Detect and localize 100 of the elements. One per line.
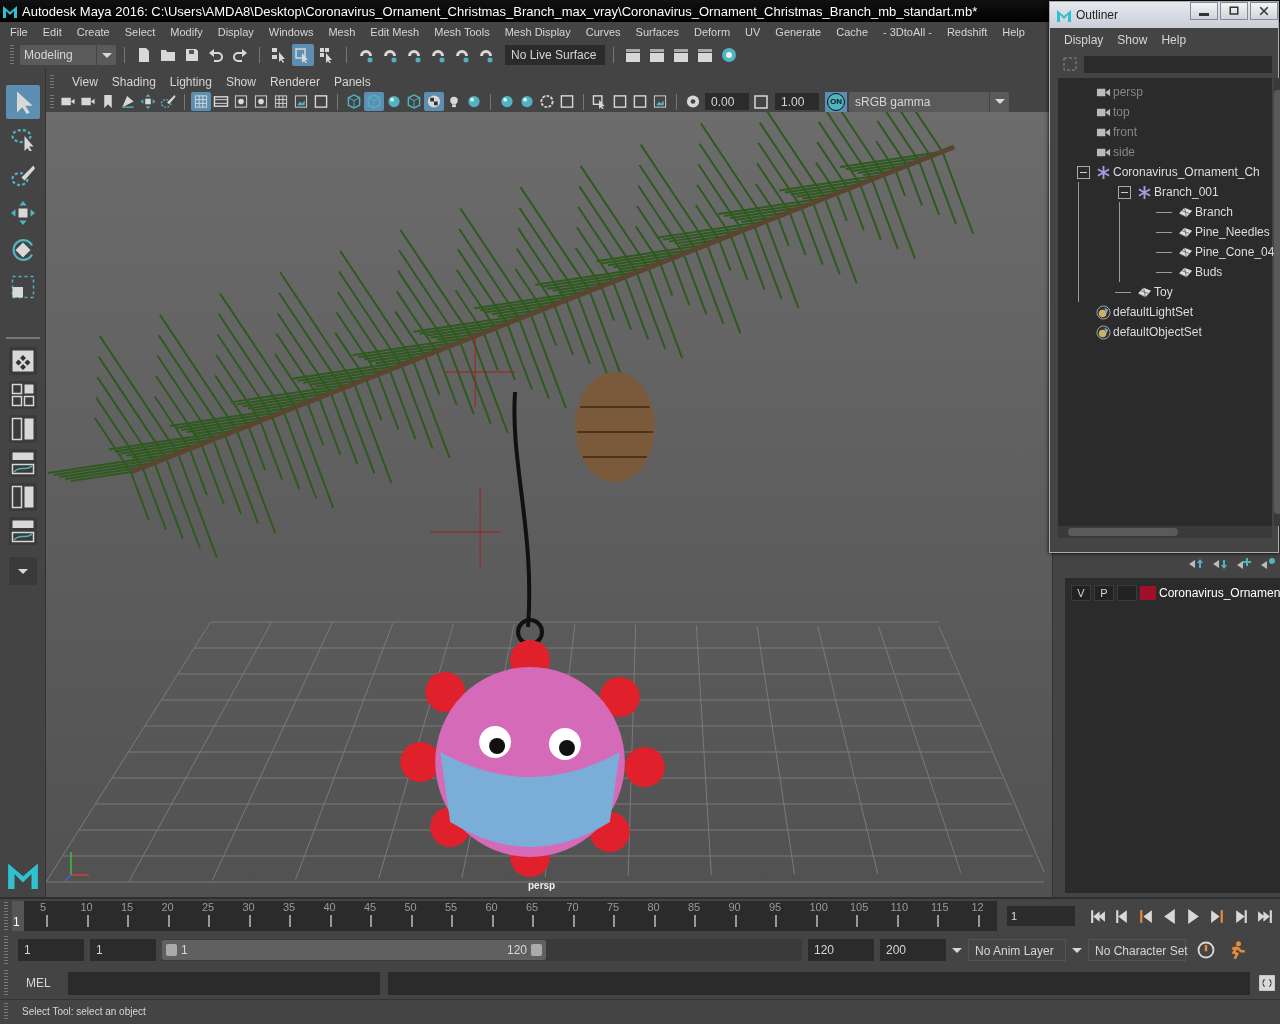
end-time-field[interactable]: 200 bbox=[880, 939, 946, 961]
menu-item[interactable]: Cache bbox=[836, 26, 868, 38]
play-backward-icon[interactable] bbox=[1161, 907, 1178, 925]
caret-icon[interactable] bbox=[952, 947, 962, 953]
reference-toggle[interactable] bbox=[1117, 585, 1137, 601]
menu-item[interactable]: Surfaces bbox=[635, 26, 679, 38]
menu-item[interactable]: Windows bbox=[268, 26, 314, 38]
graph-layout-button[interactable] bbox=[8, 449, 37, 477]
panel-menu-item[interactable]: Renderer bbox=[269, 75, 320, 89]
outliner-item[interactable]: top bbox=[1113, 105, 1130, 119]
menu-item[interactable]: Help bbox=[1161, 33, 1187, 47]
menu-item[interactable]: Curves bbox=[585, 26, 621, 38]
graph-layout-button[interactable] bbox=[8, 517, 37, 545]
caret-icon[interactable] bbox=[994, 99, 1005, 104]
command-input[interactable] bbox=[68, 971, 380, 995]
paint-brush-icon[interactable] bbox=[158, 92, 178, 111]
menu-item[interactable]: Display bbox=[217, 26, 254, 38]
move-tool-icon[interactable] bbox=[138, 92, 158, 111]
menu-item[interactable]: Help bbox=[1002, 26, 1025, 38]
filter-field[interactable] bbox=[1084, 55, 1272, 73]
menu-item[interactable]: Deform bbox=[694, 26, 731, 38]
outliner-item[interactable]: Buds bbox=[1195, 265, 1223, 279]
range-handle[interactable] bbox=[166, 944, 177, 956]
panel-menu-item[interactable]: Shading bbox=[111, 75, 156, 89]
character-set-dropdown[interactable]: No Character Set bbox=[1088, 939, 1186, 961]
sync-clock-icon[interactable] bbox=[1196, 940, 1216, 960]
visibility-toggle[interactable]: V bbox=[1071, 585, 1091, 601]
minimize-button[interactable] bbox=[1190, 2, 1218, 20]
exposure-field[interactable]: 0.00 bbox=[705, 93, 749, 110]
outliner-item[interactable]: defaultLightSet bbox=[1113, 305, 1194, 319]
caret-icon[interactable] bbox=[1072, 947, 1082, 953]
step-back-icon[interactable] bbox=[1113, 907, 1130, 925]
outliner-item[interactable]: persp bbox=[1113, 85, 1144, 99]
expand-toggle[interactable] bbox=[1077, 165, 1090, 179]
range-bar[interactable] bbox=[162, 940, 546, 960]
menu-item[interactable]: Show bbox=[1117, 33, 1148, 47]
anim-layer-dropdown[interactable]: No Anim Layer bbox=[968, 939, 1066, 961]
next-key-icon[interactable] bbox=[1209, 907, 1226, 925]
live-surface-field[interactable]: No Live Surface bbox=[505, 45, 605, 65]
caret-icon[interactable] bbox=[101, 52, 112, 58]
range-slider[interactable]: 1 120 bbox=[162, 939, 802, 961]
menu-item[interactable]: Redshift bbox=[946, 26, 988, 38]
outliner-item[interactable]: Coronavirus_Ornament_Ch bbox=[1113, 165, 1260, 179]
panel-menu-item[interactable]: Lighting bbox=[169, 75, 212, 89]
menu-item[interactable]: Display bbox=[1064, 33, 1104, 47]
outliner-item[interactable]: front bbox=[1113, 125, 1137, 139]
play-icon[interactable] bbox=[1185, 907, 1202, 925]
gamma-field[interactable]: 1.00 bbox=[775, 93, 819, 110]
close-button[interactable] bbox=[1250, 2, 1278, 20]
start-time-field[interactable]: 1 bbox=[18, 939, 84, 961]
frame-icon[interactable] bbox=[753, 93, 769, 110]
menu-item[interactable]: Select bbox=[124, 26, 156, 38]
view-transform-dropdown[interactable]: sRGB gamma bbox=[849, 91, 1009, 112]
step-forward-icon[interactable] bbox=[1233, 907, 1250, 925]
skip-to-start-icon[interactable] bbox=[1089, 907, 1106, 925]
menu-item[interactable]: Create bbox=[76, 26, 110, 38]
playback-toggle[interactable]: P bbox=[1094, 585, 1114, 601]
outliner-item[interactable]: side bbox=[1113, 145, 1135, 159]
checker-icon[interactable] bbox=[424, 92, 444, 111]
outliner-item[interactable]: Pine_Needles bbox=[1195, 225, 1270, 239]
script-editor-icon[interactable] bbox=[1258, 974, 1276, 992]
menu-item[interactable]: - 3DtoAll - bbox=[883, 26, 932, 38]
menu-item[interactable]: Mesh Tools bbox=[434, 26, 490, 38]
outliner-item[interactable]: Branch_001 bbox=[1154, 185, 1219, 199]
split-layout-button[interactable] bbox=[8, 415, 37, 443]
vertical-scrollbar[interactable] bbox=[1274, 78, 1280, 526]
outliner-item[interactable]: defaultObjectSet bbox=[1113, 325, 1202, 339]
layer-name[interactable]: Coronavirus_Ornamen bbox=[1159, 586, 1280, 600]
layout-menu-button[interactable] bbox=[8, 557, 37, 585]
panel-menu-item[interactable]: Show bbox=[225, 75, 256, 89]
horizontal-scrollbar[interactable] bbox=[1058, 526, 1272, 538]
menu-item[interactable]: Modify bbox=[170, 26, 203, 38]
split-layout-button[interactable] bbox=[8, 483, 37, 511]
outliner-item[interactable]: Pine_Cone_04 bbox=[1195, 245, 1275, 259]
skip-to-end-icon[interactable] bbox=[1257, 907, 1274, 925]
menu-item[interactable]: Edit Mesh bbox=[370, 26, 420, 38]
menu-item[interactable]: Edit bbox=[42, 26, 62, 38]
playback-start-field[interactable]: 1 bbox=[90, 939, 156, 961]
color-management-toggle[interactable]: ON bbox=[825, 91, 847, 112]
previous-key-icon[interactable] bbox=[1137, 907, 1154, 925]
layer-color-swatch[interactable] bbox=[1140, 586, 1156, 600]
workspace-dropdown[interactable]: Modeling bbox=[20, 45, 116, 65]
add-layer-icon[interactable] bbox=[1236, 556, 1253, 572]
time-slider[interactable]: 1 5 10 15 20 25 30 35 40 45 50 55 60 65 70 75 80 85 90 95 100 105 110 115 12 bbox=[12, 901, 997, 931]
menu-item[interactable]: Generate bbox=[775, 26, 822, 38]
layer-selected-icon[interactable] bbox=[1260, 556, 1277, 572]
command-language-label[interactable]: MEL bbox=[20, 976, 60, 990]
expand-toggle[interactable] bbox=[1118, 185, 1131, 199]
menu-item[interactable]: UV bbox=[745, 26, 761, 38]
panel-menu-item[interactable]: Panels bbox=[333, 75, 371, 89]
four-panel-layout-button[interactable] bbox=[8, 381, 37, 409]
panel-menu-item[interactable]: View bbox=[72, 75, 98, 89]
panel-layout-button[interactable] bbox=[8, 347, 37, 375]
maximize-button[interactable] bbox=[1220, 2, 1248, 20]
outliner-item[interactable]: Branch bbox=[1195, 205, 1234, 219]
range-handle[interactable] bbox=[531, 944, 542, 956]
ring-icon[interactable] bbox=[537, 92, 557, 111]
menu-item[interactable]: Mesh bbox=[328, 26, 356, 38]
current-frame-field[interactable]: 1 bbox=[1007, 906, 1075, 926]
filter-toggle-icon[interactable] bbox=[1062, 56, 1078, 72]
